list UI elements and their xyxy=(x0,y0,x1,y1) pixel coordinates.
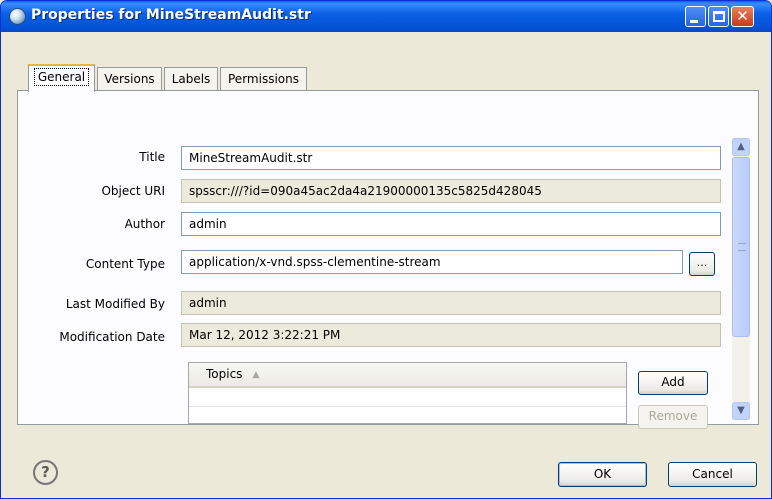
maximize-icon xyxy=(713,11,725,22)
content-type-browse-button[interactable]: ... xyxy=(689,252,715,276)
cancel-button[interactable]: Cancel xyxy=(668,462,757,487)
app-globe-icon xyxy=(9,8,26,25)
author-label: Author xyxy=(124,217,165,231)
tab-versions-label: Versions xyxy=(104,72,155,86)
tab-versions[interactable]: Versions xyxy=(97,67,162,91)
topics-column-header[interactable]: Topics ▲ xyxy=(189,363,626,388)
scroll-up-arrow-icon[interactable]: ▲ xyxy=(732,138,750,156)
object-uri-label: Object URI xyxy=(101,184,165,198)
scroll-down-arrow-icon[interactable]: ▼ xyxy=(732,402,750,420)
scrollbar-thumb[interactable] xyxy=(732,157,750,337)
content-type-field[interactable]: application/x-vnd.spss-clementine-stream xyxy=(181,250,683,274)
maximize-button[interactable] xyxy=(708,6,729,27)
author-field[interactable]: admin xyxy=(181,212,721,236)
modification-date-label: Modification Date xyxy=(59,330,165,344)
properties-dialog: Properties for MineStreamAudit.str ✕ Gen… xyxy=(0,0,772,499)
minimize-button[interactable] xyxy=(685,6,706,27)
title-bar[interactable]: Properties for MineStreamAudit.str ✕ xyxy=(1,1,771,32)
minimize-icon xyxy=(690,20,698,23)
remove-topic-button[interactable]: Remove xyxy=(638,405,708,429)
last-modified-by-label: Last Modified By xyxy=(65,297,165,311)
close-icon: ✕ xyxy=(736,7,749,25)
tab-general-label: General xyxy=(33,68,90,86)
column-divider xyxy=(626,363,627,388)
table-row-divider xyxy=(189,406,626,407)
tab-labels[interactable]: Labels xyxy=(164,67,218,91)
tab-permissions[interactable]: Permissions xyxy=(220,67,307,91)
tab-general[interactable]: General xyxy=(28,64,95,92)
content-type-label: Content Type xyxy=(85,257,165,271)
modification-date-field[interactable]: Mar 12, 2012 3:22:21 PM xyxy=(181,323,721,347)
window-title: Properties for MineStreamAudit.str xyxy=(31,7,311,23)
topics-table[interactable]: Topics ▲ xyxy=(188,362,627,424)
sort-ascending-icon: ▲ xyxy=(252,370,260,380)
title-label: Title xyxy=(139,150,165,164)
add-topic-button[interactable]: Add xyxy=(638,371,708,395)
help-icon[interactable]: ? xyxy=(33,460,58,485)
object-uri-field[interactable]: spsscr:///?id=090a45ac2da4a21900000135c5… xyxy=(181,179,721,203)
tab-permissions-label: Permissions xyxy=(228,72,299,86)
tab-labels-label: Labels xyxy=(171,72,211,86)
ok-button[interactable]: OK xyxy=(558,462,647,487)
scrollbar-grip-icon xyxy=(738,243,746,251)
title-field[interactable]: MineStreamAudit.str xyxy=(181,146,721,170)
topics-header-label: Topics xyxy=(206,367,243,381)
vertical-scrollbar[interactable]: ▲ ▼ xyxy=(732,138,750,420)
close-button[interactable]: ✕ xyxy=(731,6,754,27)
last-modified-by-field[interactable]: admin xyxy=(181,291,721,315)
